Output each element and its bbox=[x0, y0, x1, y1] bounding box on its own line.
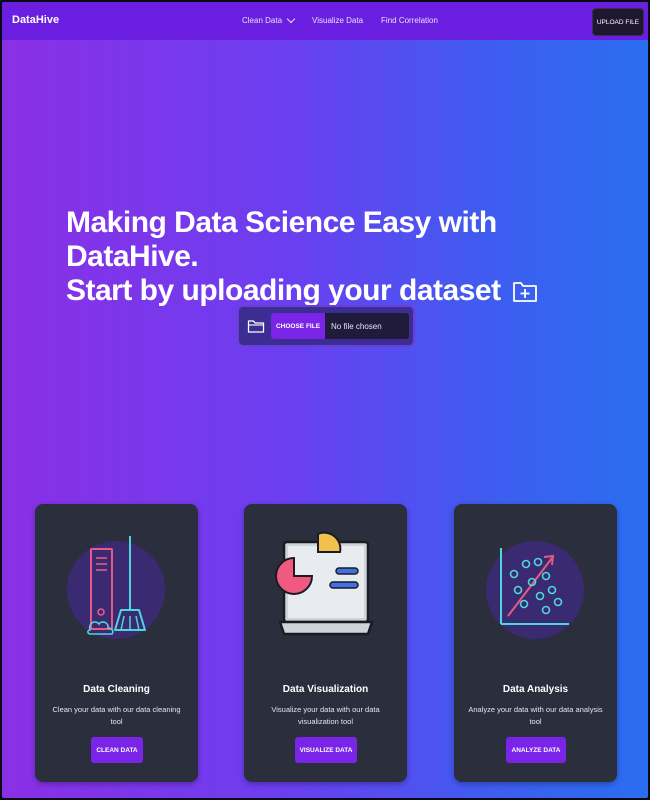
file-status: No file chosen bbox=[331, 321, 382, 331]
nav-clean-data-label: Clean Data bbox=[242, 16, 283, 25]
choose-file-button[interactable]: CHOOSE FILE bbox=[271, 313, 325, 339]
folder-plus-icon bbox=[512, 282, 537, 302]
clean-data-button[interactable]: CLEAN DATA bbox=[91, 737, 143, 763]
chevron-down-icon bbox=[286, 14, 296, 24]
hero-line-1: Making Data Science Easy with DataHive. bbox=[66, 206, 497, 273]
brand-logo[interactable]: DataHive bbox=[12, 14, 59, 26]
nav-visualize-data[interactable]: Visualize Data bbox=[312, 16, 363, 25]
card-data-analysis: Data Analysis Analyze your data with our… bbox=[454, 504, 617, 782]
card-title: Data Analysis bbox=[502, 684, 569, 695]
nav-links: Clean Data Visualize Data Find Correlati… bbox=[242, 14, 438, 25]
card-data-cleaning: Data Cleaning Clean your data with our d… bbox=[35, 504, 198, 782]
hero-line-2-row: Start by uploading your dataset bbox=[66, 274, 626, 308]
card-title: Data Cleaning bbox=[83, 684, 150, 695]
visualize-data-button[interactable]: VISUALIZE DATA bbox=[295, 737, 357, 763]
hero-title: Making Data Science Easy with DataHive. … bbox=[66, 206, 626, 308]
page: DataHive Clean Data Visualize Data Find … bbox=[2, 2, 648, 798]
nav-find-correlation[interactable]: Find Correlation bbox=[381, 16, 438, 25]
laptop-chart-icon bbox=[275, 531, 374, 636]
upload-file-button[interactable]: UPLOAD FILE bbox=[592, 8, 644, 36]
folder-icon bbox=[247, 320, 265, 333]
navbar: DataHive Clean Data Visualize Data Find … bbox=[2, 2, 648, 40]
card-description: Analyze your data with our data analysis… bbox=[468, 705, 603, 726]
card-description: Clean your data with our data cleaning t… bbox=[52, 705, 181, 726]
file-upload-box: CHOOSE FILE No file chosen bbox=[237, 305, 415, 347]
analyze-data-button[interactable]: ANALYZE DATA bbox=[506, 737, 566, 763]
card-description: Visualize your data with our data visual… bbox=[271, 705, 380, 726]
card-data-visualization: Data Visualization Visualize your data w… bbox=[244, 504, 407, 782]
nav-clean-data[interactable]: Clean Data bbox=[242, 14, 296, 25]
scatter-plot-icon bbox=[486, 541, 584, 639]
file-input[interactable]: CHOOSE FILE No file chosen bbox=[271, 313, 409, 339]
card-title: Data Visualization bbox=[282, 684, 369, 695]
broom-server-icon bbox=[67, 536, 165, 639]
hero-line-2: Start by uploading your dataset bbox=[66, 274, 501, 307]
